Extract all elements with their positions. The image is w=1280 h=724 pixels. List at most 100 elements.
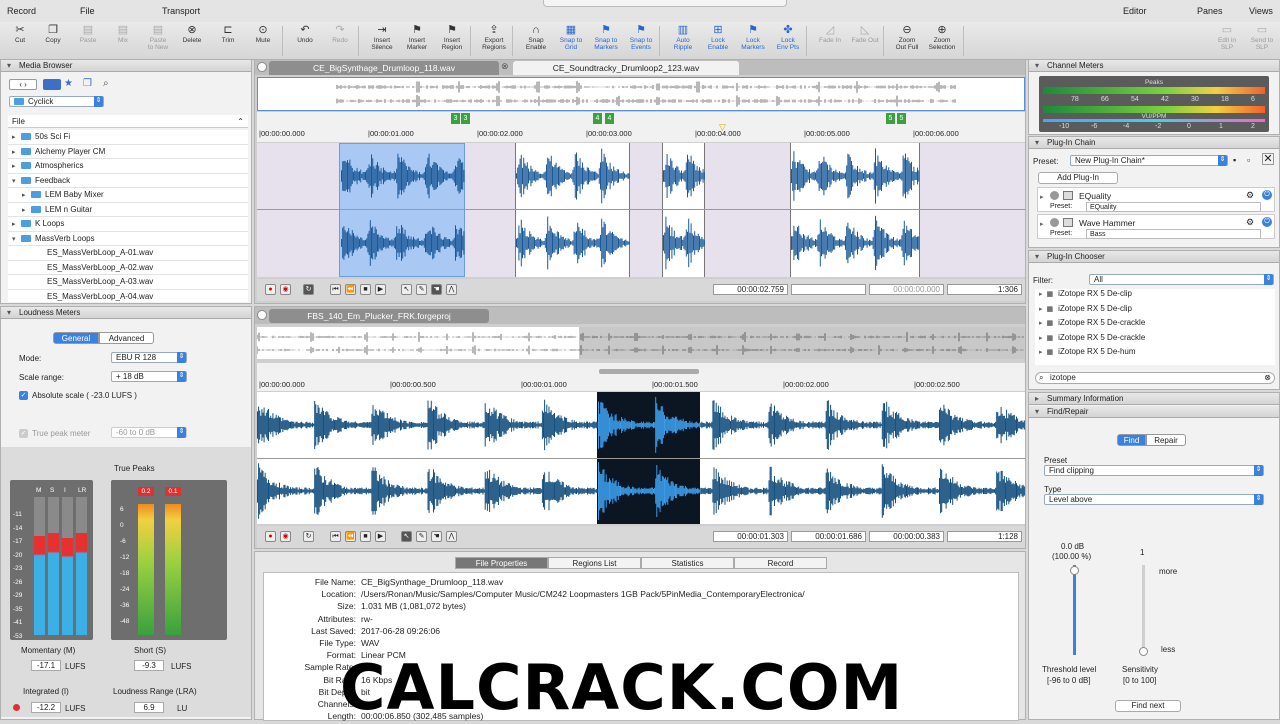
back-forward-buttons[interactable]: ‹ › <box>9 79 37 90</box>
zoom-ratio-field[interactable]: 1:306 <box>947 284 1022 295</box>
toolbar-copy-button[interactable]: ❐ Copy <box>36 24 70 44</box>
loop-bar[interactable] <box>599 369 699 374</box>
toolbar-lock-markers-button[interactable]: ⚑ Lock Markers <box>736 24 770 51</box>
plugin-expand-icon[interactable]: ▸ <box>1040 220 1044 228</box>
tab-find[interactable]: Find <box>1117 434 1146 446</box>
selection-end-field-2[interactable]: 00:00:01.686 <box>791 531 866 542</box>
toolbar-snap-grid-button[interactable]: ▦ Snap to Grid <box>554 24 588 51</box>
chain-preset-select[interactable]: New Plug-In Chain* <box>1070 155 1228 166</box>
toolbar-snap-events-button[interactable]: ⚑ Snap to Events <box>624 24 658 51</box>
marker-flag[interactable]: 5 <box>886 113 895 124</box>
toolbar-redo-button[interactable]: ↷ Redo <box>323 24 357 44</box>
tab-plucker-project[interactable]: FBS_140_Em_Plucker_FRK.forgeproj <box>269 309 489 323</box>
main-waveform[interactable] <box>257 143 1025 277</box>
reset-icon[interactable] <box>13 704 20 711</box>
go-start-icon-2[interactable]: ⏮ <box>330 531 341 542</box>
find-preset-select[interactable]: Find clipping <box>1044 465 1264 476</box>
toolbar-insert-region-button[interactable]: ⚑ Insert Region <box>435 24 469 51</box>
plugin-settings-icon[interactable]: ⚙ <box>1246 217 1254 228</box>
toolbar-lock-enable-button[interactable]: ⊞ Lock Enable <box>701 24 735 51</box>
plugin-chooser-item[interactable]: ▸ ▦ iZotope RX 5 De-clip <box>1035 289 1275 301</box>
tree-item[interactable]: ▾ MassVerb Loops <box>8 231 248 246</box>
tab-file-properties[interactable]: File Properties <box>455 557 548 569</box>
toolbar-lock-env-button[interactable]: ✤ Lock Env Pts <box>771 24 805 51</box>
toolbar-undo-button[interactable]: ↶ Undo <box>288 24 322 44</box>
plugin-chooser-item[interactable]: ▸ ▦ iZotope RX 5 De-hum <box>1035 345 1275 359</box>
toolbar-zoom-selection-button[interactable]: ⊕ Zoom Selection <box>925 24 959 51</box>
add-plugin-button[interactable]: Add Plug-In <box>1038 172 1118 184</box>
play-icon-2[interactable]: ▶ <box>375 531 386 542</box>
toolbar-export-regions-button[interactable]: ⇪ Export Regions <box>477 24 511 51</box>
threshold-slider[interactable] <box>1073 565 1076 655</box>
toolbar-fade-in-button[interactable]: ◿ Fade In <box>813 24 847 44</box>
editor2-close-icon[interactable] <box>257 310 267 320</box>
zoom-ratio-field-2[interactable]: 1:128 <box>947 531 1022 542</box>
mode-select[interactable]: EBU R 128 <box>111 352 187 363</box>
selection-length-field[interactable]: 00:00:00.000 <box>869 284 944 295</box>
pointer-tool-icon-2[interactable]: ↖ <box>401 531 412 542</box>
tab-advanced[interactable]: Advanced <box>99 332 154 344</box>
plugin-preset-select[interactable]: Bass <box>1086 229 1261 239</box>
timeline-ruler[interactable]: |00:00:00.000 |00:00:01.000 |00:00:02.000 |… <box>257 112 1025 142</box>
summary-information-title[interactable]: Summary Information <box>1029 393 1279 405</box>
sensitivity-slider-handle[interactable] <box>1139 647 1148 656</box>
tab-record[interactable]: Record <box>734 557 827 569</box>
toolbar-snap-enable-button[interactable]: ∩ Snap Enable <box>519 24 553 51</box>
stop-icon-2[interactable]: ■ <box>360 531 371 542</box>
find-next-button[interactable]: Find next <box>1115 700 1181 712</box>
record-arm-icon[interactable]: ◉ <box>280 284 291 295</box>
sensitivity-slider[interactable] <box>1142 565 1145 655</box>
marker-flag[interactable]: 4 <box>593 113 602 124</box>
playhead-icon[interactable]: ▽ <box>719 122 726 133</box>
tree-item[interactable]: ▸ Atmospherics <box>8 159 248 174</box>
plugin-slot[interactable]: ▸ Wave Hammer Preset: Bass ⚙ ⏻ <box>1037 214 1275 239</box>
tab-bigsynthage[interactable]: CE_BigSynthage_Drumloop_118.wav <box>269 61 499 75</box>
pointer-tool-icon[interactable]: ↖ <box>401 284 412 295</box>
plugin-slot[interactable]: ▸ EQuality Preset: EQuality ⚙ ⏻ <box>1037 187 1275 212</box>
tab-statistics[interactable]: Statistics <box>641 557 734 569</box>
toolbar-snap-markers-button[interactable]: ⚑ Snap to Markers <box>589 24 623 51</box>
plugin-preset-select[interactable]: EQuality <box>1086 202 1261 212</box>
toolbar-mix-button[interactable]: ▤ Mix <box>106 24 140 44</box>
toolbar-paste-button[interactable]: ▤ Paste <box>71 24 105 44</box>
tree-item[interactable]: ES_MassVerbLoop_A-02.wav <box>8 260 248 275</box>
copy-path-icon[interactable]: ❐ <box>83 78 92 89</box>
editor-close-icon[interactable] <box>257 62 267 72</box>
plugin-expand-icon[interactable]: ▸ <box>1040 193 1044 201</box>
plugin-chooser-item[interactable]: ▸ ▦ iZotope RX 5 De-crackle <box>1035 331 1275 345</box>
cursor-time-field[interactable]: 00:00:02.759 <box>713 284 788 295</box>
tree-item[interactable]: ▾ Feedback <box>8 173 248 188</box>
envelope-tool-icon-2[interactable]: ⋀ <box>446 531 457 542</box>
favorites-icon[interactable]: ★ <box>64 78 73 89</box>
threshold-slider-handle[interactable] <box>1070 566 1079 575</box>
selection-end-field[interactable] <box>791 284 866 295</box>
close-chain-icon[interactable]: ✕ <box>1262 153 1274 165</box>
tree-item[interactable]: ▸ LEM Baby Mixer <box>8 188 248 203</box>
play-icon[interactable]: ▶ <box>375 284 386 295</box>
plugin-chooser-item[interactable]: ▸ ▦ iZotope RX 5 De-crackle <box>1035 316 1275 330</box>
plugin-bypass-icon[interactable] <box>1050 218 1059 227</box>
stop-icon[interactable]: ■ <box>360 284 371 295</box>
true-peak-select[interactable]: -60 to 0 dB <box>111 427 187 438</box>
toolbar-cut-button[interactable]: ✂ Cut <box>3 24 37 44</box>
record-icon-2[interactable]: ● <box>265 531 276 542</box>
pencil-tool-icon[interactable]: ✎ <box>416 284 427 295</box>
plugin-chooser-item[interactable]: ▸ ▦ iZotope RX 5 De-clip <box>1035 302 1275 316</box>
record-arm-icon-2[interactable]: ◉ <box>280 531 291 542</box>
tree-item[interactable]: ▸ Alchemy Player CM <box>8 144 248 159</box>
toolbar-send-slp-button[interactable]: ▭ Send to SLP <box>1245 24 1279 51</box>
absolute-scale-checkbox[interactable]: ✓ <box>19 391 28 400</box>
rewind-icon-2[interactable]: ⏪ <box>345 531 356 542</box>
toolbar-fade-out-button[interactable]: ◺ Fade Out <box>848 24 882 44</box>
type-select[interactable]: Level above <box>1044 494 1264 505</box>
go-start-icon[interactable]: ⏮ <box>330 284 341 295</box>
rewind-icon[interactable]: ⏪ <box>345 284 356 295</box>
loop-icon[interactable]: ↻ <box>303 284 314 295</box>
tab-general[interactable]: General <box>53 332 99 344</box>
tab-regions-list[interactable]: Regions List <box>548 557 641 569</box>
toolbar-insert-marker-button[interactable]: ⚑ Insert Marker <box>400 24 434 51</box>
tab-close-icon[interactable]: ⊗ <box>501 61 511 73</box>
tree-item[interactable]: ES_MassVerbLoop_A-01.wav <box>8 246 248 261</box>
toolbar-trim-button[interactable]: ⊏ Trim <box>211 24 245 44</box>
toolbar-mute-button[interactable]: ⊙ Mute <box>246 24 280 44</box>
